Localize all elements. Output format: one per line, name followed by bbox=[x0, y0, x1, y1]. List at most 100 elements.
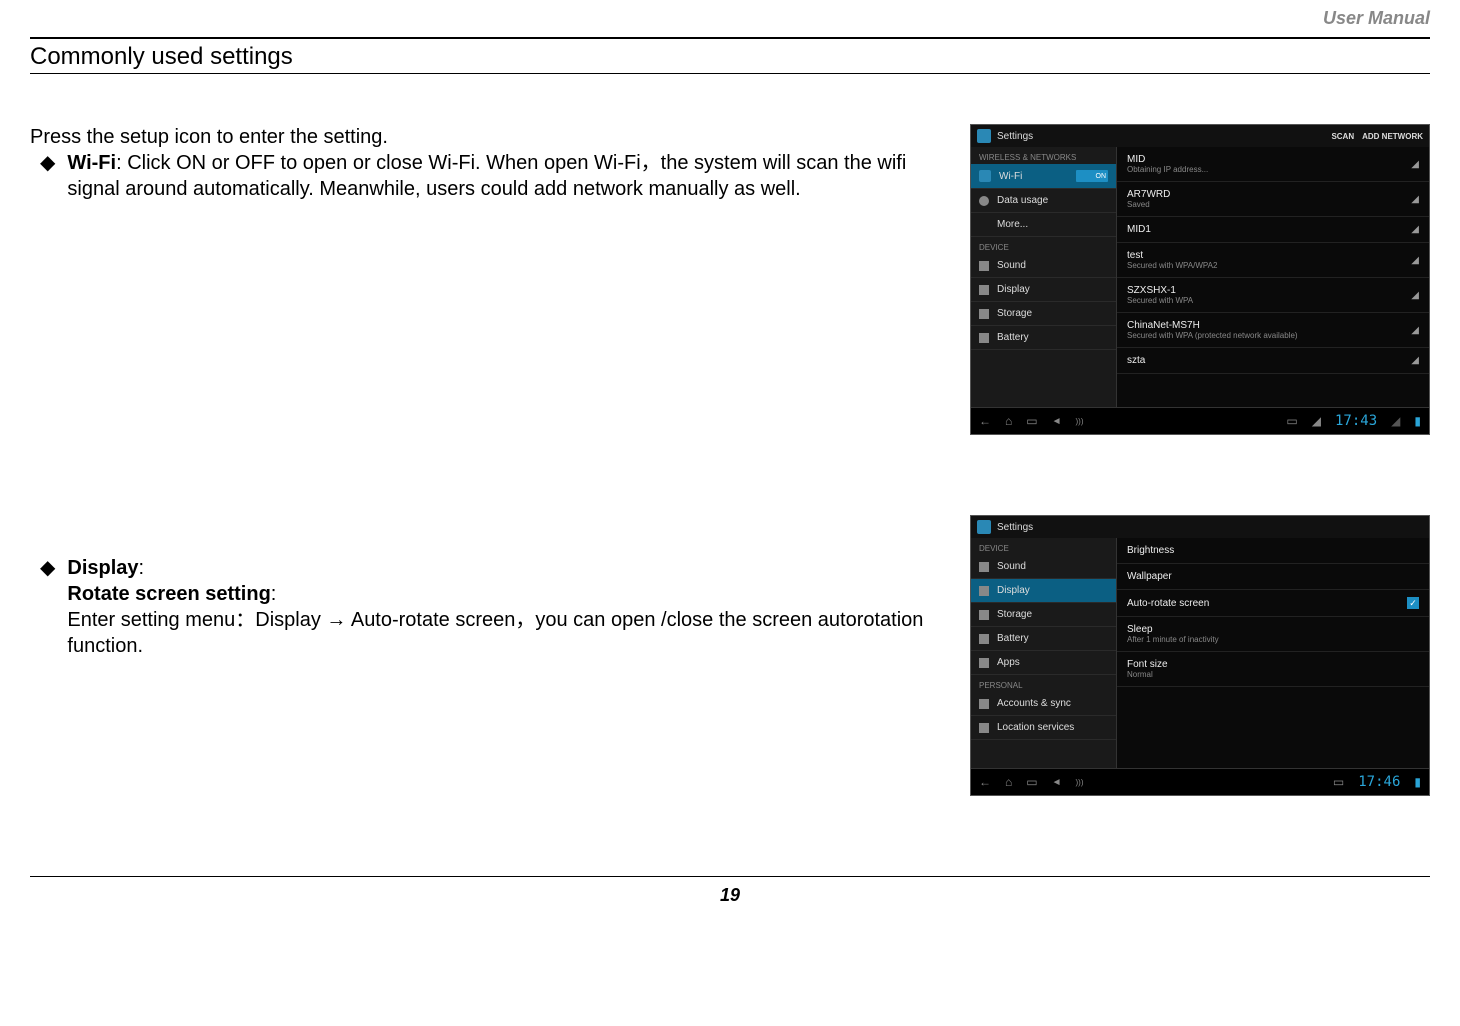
wifi-label: Wi-Fi bbox=[67, 152, 116, 174]
display-option-row[interactable]: Wallpaper bbox=[1117, 564, 1429, 590]
network-name: test bbox=[1127, 250, 1217, 261]
option-name: Wallpaper bbox=[1127, 571, 1172, 582]
battery-status-icon: ▮ bbox=[1414, 414, 1421, 428]
sidebar: WIRELESS & NETWORKS Wi-Fi ON Data usage … bbox=[971, 147, 1117, 407]
display-icon bbox=[979, 285, 989, 295]
home-button[interactable]: ⌂ bbox=[1005, 775, 1012, 789]
back-button[interactable]: ← bbox=[979, 775, 991, 789]
wifi-network-row[interactable]: MIDObtaining IP address...◢ bbox=[1117, 147, 1429, 182]
scan-button[interactable]: SCAN bbox=[1331, 132, 1354, 141]
settings-app-icon bbox=[977, 520, 991, 534]
display-label: Display bbox=[67, 557, 138, 579]
sidebar-section-label: PERSONAL bbox=[971, 675, 1116, 692]
wifi-text: : Click ON or OFF to open or close Wi-Fi… bbox=[67, 152, 906, 200]
sidebar-item-sound[interactable]: Sound bbox=[971, 555, 1116, 579]
sidebar-item-display[interactable]: Display bbox=[971, 278, 1116, 302]
clock: 17:43 bbox=[1335, 413, 1377, 429]
sidebar-item-location[interactable]: Location services bbox=[971, 716, 1116, 740]
option-sub: Normal bbox=[1127, 670, 1168, 679]
recent-button[interactable]: ▭ bbox=[1026, 414, 1037, 428]
option-name: Font size bbox=[1127, 659, 1168, 670]
wifi-network-row[interactable]: MID1 ◢ bbox=[1117, 217, 1429, 243]
wifi-signal-icon: ◢ bbox=[1391, 414, 1400, 428]
sidebar-section-label: DEVICE bbox=[971, 237, 1116, 254]
option-sub: After 1 minute of inactivity bbox=[1127, 635, 1219, 644]
sidebar-item-sound[interactable]: Sound bbox=[971, 254, 1116, 278]
wifi-network-row[interactable]: SZXSHX-1Secured with WPA◢ bbox=[1117, 278, 1429, 313]
bullet-icon: ◆ bbox=[40, 555, 55, 659]
sidebar-item-more[interactable]: More... bbox=[971, 213, 1116, 237]
display-option-row[interactable]: SleepAfter 1 minute of inactivity bbox=[1117, 617, 1429, 652]
sidebar-item-apps[interactable]: Apps bbox=[971, 651, 1116, 675]
home-button[interactable]: ⌂ bbox=[1005, 414, 1012, 428]
checkbox-checked-icon[interactable]: ✓ bbox=[1407, 597, 1419, 609]
wifi-icon bbox=[979, 170, 991, 182]
sidebar-item-accounts[interactable]: Accounts & sync bbox=[971, 692, 1116, 716]
display-text: Enter setting menu：Display → Auto-rotate… bbox=[67, 607, 930, 659]
network-status: Secured with WPA (protected network avai… bbox=[1127, 331, 1298, 340]
network-name: szta bbox=[1127, 355, 1145, 366]
screenshot-wifi: Settings SCAN ADD NETWORK WIRELESS & NET… bbox=[970, 124, 1430, 435]
text-column-wifi: Press the setup icon to enter the settin… bbox=[30, 124, 930, 435]
sidebar-item-battery[interactable]: Battery bbox=[971, 326, 1116, 350]
add-network-button[interactable]: ADD NETWORK bbox=[1362, 132, 1423, 141]
rotate-label: Rotate screen setting bbox=[67, 583, 270, 605]
sidebar-section-label: DEVICE bbox=[971, 538, 1116, 555]
wifi-signal-icon: ◢ bbox=[1411, 290, 1419, 301]
battery-icon bbox=[979, 333, 989, 343]
sidebar-section-label: WIRELESS & NETWORKS bbox=[971, 147, 1116, 164]
sidebar-item-display[interactable]: Display bbox=[971, 579, 1116, 603]
network-status: Secured with WPA/WPA2 bbox=[1127, 261, 1217, 270]
sidebar-item-wifi[interactable]: Wi-Fi ON bbox=[971, 164, 1116, 189]
wifi-network-row[interactable]: szta◢ bbox=[1117, 348, 1429, 374]
recent-button[interactable]: ▭ bbox=[1026, 775, 1037, 789]
sidebar-item-storage[interactable]: Storage bbox=[971, 603, 1116, 627]
battery-icon bbox=[979, 634, 989, 644]
sidebar: DEVICE Sound Display Storage bbox=[971, 538, 1117, 768]
network-status: Saved bbox=[1127, 200, 1170, 209]
battery-status-icon: ▮ bbox=[1414, 775, 1421, 789]
wifi-signal-icon: ◢ bbox=[1411, 224, 1419, 235]
sidebar-item-storage[interactable]: Storage bbox=[971, 302, 1116, 326]
notification-icon[interactable]: ▭ bbox=[1286, 414, 1297, 428]
storage-icon bbox=[979, 610, 989, 620]
notification-icon[interactable]: ▭ bbox=[1333, 775, 1344, 789]
back-button[interactable]: ← bbox=[979, 414, 991, 428]
volume-icon[interactable] bbox=[1052, 777, 1062, 788]
display-option-row[interactable]: Auto-rotate screen ✓ bbox=[1117, 590, 1429, 617]
wifi-signal-icon: ◢ bbox=[1411, 325, 1419, 336]
display-icon bbox=[979, 586, 989, 596]
page-number: 19 bbox=[30, 876, 1430, 906]
storage-icon bbox=[979, 309, 989, 319]
display-options-list: Brightness Wallpaper Auto-rotate screen ✓ Sl… bbox=[1117, 538, 1429, 768]
option-name: Brightness bbox=[1127, 545, 1174, 556]
wifi-signal-icon: ◢ bbox=[1411, 255, 1419, 266]
system-navbar: ← ⌂ ▭ ))) ▭ 17:46 ▮ bbox=[971, 768, 1429, 795]
page-header: User Manual bbox=[30, 0, 1430, 39]
volume-icon[interactable] bbox=[1052, 416, 1062, 427]
wifi-network-row[interactable]: AR7WRDSaved ◢ bbox=[1117, 182, 1429, 217]
data-usage-icon bbox=[979, 196, 989, 206]
text-column-display: ◆ Display: Rotate screen setting: Enter … bbox=[30, 515, 930, 796]
sound-icon bbox=[979, 261, 989, 271]
clock: 17:46 bbox=[1358, 774, 1400, 790]
sound-icon bbox=[979, 562, 989, 572]
apps-icon bbox=[979, 658, 989, 668]
sidebar-item-battery[interactable]: Battery bbox=[971, 627, 1116, 651]
system-navbar: ← ⌂ ▭ ))) ▭ ◢ 17:43 ◢ ▮ bbox=[971, 407, 1429, 434]
option-name: Auto-rotate screen bbox=[1127, 598, 1209, 609]
wifi-network-row[interactable]: testSecured with WPA/WPA2 ◢ bbox=[1117, 243, 1429, 278]
network-name: MID bbox=[1127, 154, 1208, 165]
wifi-status-icon: ◢ bbox=[1312, 414, 1321, 428]
wifi-network-row[interactable]: ChinaNet-MS7HSecured with WPA (protected… bbox=[1117, 313, 1429, 348]
sync-icon bbox=[979, 699, 989, 709]
network-name: MID1 bbox=[1127, 224, 1151, 235]
wifi-network-list: MIDObtaining IP address...◢AR7WRDSaved◢M… bbox=[1117, 147, 1429, 407]
wifi-signal-icon: ◢ bbox=[1411, 194, 1419, 205]
display-option-row[interactable]: Brightness bbox=[1117, 538, 1429, 564]
sidebar-item-data-usage[interactable]: Data usage bbox=[971, 189, 1116, 213]
wifi-toggle[interactable]: ON bbox=[1076, 170, 1108, 182]
network-name: AR7WRD bbox=[1127, 189, 1170, 200]
option-name: Sleep bbox=[1127, 624, 1219, 635]
display-option-row[interactable]: Font sizeNormal bbox=[1117, 652, 1429, 687]
